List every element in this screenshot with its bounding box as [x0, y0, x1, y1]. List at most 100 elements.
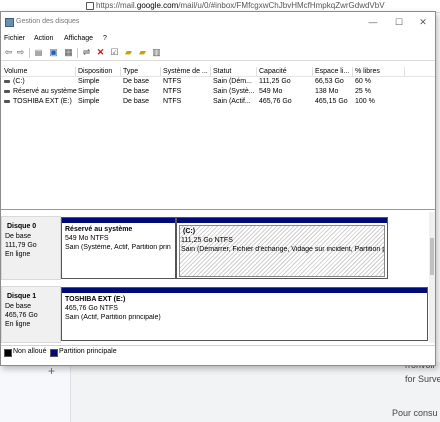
unallocated-swatch [4, 349, 12, 357]
console-tree-icon[interactable]: ▤ [34, 48, 43, 57]
legend-unallocated: Non alloué [13, 348, 47, 355]
volume-free-space: 66,53 Go [315, 78, 344, 85]
column-divider[interactable] [404, 67, 405, 76]
volume-filesystem: NTFS [163, 88, 182, 95]
properties-icon[interactable]: ▦ [64, 48, 73, 57]
partition-color-bar [177, 218, 387, 223]
background-text: Pour consu [392, 408, 438, 418]
column-volume[interactable]: Volume [4, 68, 27, 75]
disk-1-label[interactable]: Disque 1 De base 465,76 Go En ligne [1, 286, 61, 343]
disk-type: De base [5, 303, 32, 310]
column-status[interactable]: Statut [213, 68, 231, 75]
volume-capacity: 549 Mo [259, 88, 283, 95]
volume-name: TOSHIBA EXT (E:) [13, 98, 72, 105]
minimize-button[interactable]: — [361, 15, 385, 29]
partition-toshiba[interactable]: TOSHIBA EXT (E:) 465,76 Go NTFS Sain (Ac… [61, 287, 428, 341]
volume-percent-free: 60 % [355, 78, 371, 85]
column-filesystem[interactable]: Système de ... [163, 68, 208, 75]
volume-row[interactable]: TOSHIBA EXT (E:) Simple De base NTFS Sai… [1, 97, 435, 107]
maximize-button[interactable]: ☐ [387, 15, 411, 29]
delete-icon[interactable]: ✕ [96, 48, 105, 57]
volume-name: (C:) [13, 78, 25, 85]
title-bar[interactable]: Gestion des disques — ☐ ✕ [1, 12, 435, 32]
volume-status: Sain (Actif... [213, 98, 251, 105]
disk-size: 111,79 Go [5, 242, 37, 249]
legend-primary: Partition principale [59, 348, 117, 355]
background-text: for Surve [405, 374, 440, 384]
search-folder-icon[interactable]: ▰ [138, 48, 147, 57]
plus-icon[interactable]: + [48, 364, 55, 378]
check-icon[interactable]: ☑ [110, 48, 119, 57]
scrollbar-thumb[interactable] [430, 238, 434, 275]
disk-status: En ligne [5, 321, 31, 328]
volume-disposition: Simple [78, 78, 100, 85]
partition-c[interactable]: (C:) 111,25 Go NTFS Sain (Démarrer, Fich… [176, 217, 388, 279]
volume-row[interactable]: Réservé au système Simple De base NTFS S… [1, 87, 435, 97]
disk-size: 465,76 Go [5, 312, 38, 319]
disk-management-icon [5, 18, 14, 27]
volume-capacity: 465,76 Go [259, 98, 292, 105]
partition-reserved[interactable]: Réservé au système 549 Mo NTFS Sain (Sys… [61, 217, 176, 279]
legend: Non alloué Partition principale [1, 345, 435, 358]
column-divider[interactable] [352, 67, 353, 76]
volume-free-space: 138 Mo [315, 88, 339, 95]
partition-status: Sain (Système, Actif, Partition prin [65, 244, 171, 251]
forward-arrow-icon[interactable]: ⇨ [16, 48, 25, 57]
partition-color-bar [62, 288, 427, 293]
volume-status: Sain (Systè... [213, 88, 255, 95]
folder-icon[interactable]: ▰ [124, 48, 133, 57]
partition-size: 465,76 Go NTFS [65, 305, 118, 312]
partition-name: TOSHIBA EXT (E:) [65, 296, 126, 303]
column-divider[interactable] [160, 67, 161, 76]
toolbar-separator [29, 48, 30, 58]
disk-name: Disque 1 [7, 293, 37, 300]
column-free-space[interactable]: Espace li... [315, 68, 349, 75]
column-divider[interactable] [120, 67, 121, 76]
partition-status: Sain (Démarrer, Fichier d'échange, Vidag… [181, 246, 384, 253]
volume-percent-free: 25 % [355, 88, 371, 95]
menu-affichage[interactable]: Affichage [64, 35, 93, 42]
help-icon[interactable]: ▣ [49, 48, 58, 57]
drive-icon [4, 90, 10, 93]
partition-color-bar [62, 218, 175, 223]
window-title: Gestion des disques [16, 18, 80, 25]
column-percent-free[interactable]: % libres [355, 68, 380, 75]
close-button[interactable]: ✕ [411, 15, 435, 29]
drive-icon [4, 100, 10, 103]
volume-disposition: Simple [78, 88, 100, 95]
menu-bar: Fichier Action Affichage ? [1, 33, 435, 44]
view-icon[interactable]: ▥ [152, 48, 161, 57]
partition-size: 111,25 Go NTFS [181, 237, 233, 244]
volume-status: Sain (Dém... [213, 78, 252, 85]
column-capacity[interactable]: Capacité [259, 68, 287, 75]
pane-splitter[interactable] [1, 209, 435, 210]
vertical-scrollbar[interactable] [429, 212, 435, 343]
lock-icon [86, 2, 94, 10]
column-type[interactable]: Type [123, 68, 138, 75]
column-divider[interactable] [210, 67, 211, 76]
disk-type: De base [5, 233, 32, 240]
volume-filesystem: NTFS [163, 78, 182, 85]
column-divider[interactable] [75, 67, 76, 76]
volume-row[interactable]: (C:) Simple De base NTFS Sain (Dém... 11… [1, 77, 435, 87]
menu-help[interactable]: ? [103, 35, 107, 42]
volume-free-space: 465,15 Go [315, 98, 348, 105]
column-divider[interactable] [312, 67, 313, 76]
connect-icon[interactable]: ⇌ [82, 48, 91, 57]
column-disposition[interactable]: Disposition [78, 68, 112, 75]
disk-management-window: Gestion des disques — ☐ ✕ Fichier Action… [0, 11, 436, 366]
drive-icon [4, 80, 10, 83]
disk-0-label[interactable]: Disque 0 De base 111,79 Go En ligne [1, 216, 61, 280]
browser-url[interactable]: https://mail.google.com/mail/u/0/#inbox/… [96, 1, 385, 10]
volume-type: De base [123, 88, 150, 95]
toolbar-separator [77, 48, 78, 58]
disk-status: En ligne [5, 251, 31, 258]
partition-name: (C:) [183, 228, 196, 235]
partition-size: 549 Mo NTFS [65, 235, 109, 242]
column-divider[interactable] [256, 67, 257, 76]
background-sidebar [0, 362, 71, 422]
menu-fichier[interactable]: Fichier [4, 35, 25, 42]
menu-action[interactable]: Action [34, 35, 53, 42]
back-arrow-icon[interactable]: ⇦ [4, 48, 13, 57]
volume-type: De base [123, 98, 150, 105]
